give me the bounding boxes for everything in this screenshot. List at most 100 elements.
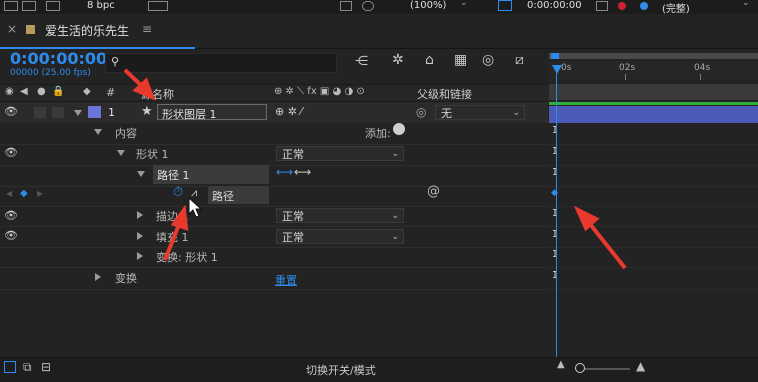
zoom-slider-thumb[interactable]: [575, 363, 585, 373]
path-label: 路径 1: [157, 169, 190, 182]
playhead-line[interactable]: [556, 73, 557, 357]
shape-visibility-eye-icon[interactable]: 👁: [4, 146, 18, 159]
reverse-path-icon[interactable]: ⟷: [294, 165, 311, 179]
fill-label[interactable]: 填充 1: [156, 229, 189, 245]
layer-row[interactable]: 👁 1 ★ 形状图层 1 ⊕ ✲ ⁄ ◎ 无 ⌄: [0, 102, 548, 123]
chevron-down-icon[interactable]: ⌄: [742, 0, 750, 8]
composition-tab[interactable]: 爱生活的乐先生: [45, 22, 129, 39]
layout-icon[interactable]: [22, 1, 36, 11]
column-header: ◉ ◀ ● 🔒 ◆ # 源名称 ⊕ ✲ ⟍ fx ▣ ◕ ◑ ⊙ 父级和链接: [0, 84, 548, 102]
add-menu-label[interactable]: 添加:: [365, 125, 391, 141]
switches-column-icons: ⊕ ✲ ⟍ fx ▣ ◕ ◑ ⊙: [274, 86, 365, 97]
stroke-blend-mode-value: 正常: [282, 210, 304, 223]
layer-expand-icon[interactable]: [74, 110, 82, 116]
stroke-label[interactable]: 描边 1: [156, 208, 189, 224]
time-ruler[interactable]: 0s 02s 04s: [549, 61, 758, 81]
stroke-blend-mode-dropdown[interactable]: 正常 ⌄: [276, 208, 404, 223]
shape-expand-icon[interactable]: [117, 150, 125, 156]
path-row-highlight[interactable]: 路径 1: [153, 165, 269, 184]
trash-icon[interactable]: [148, 1, 168, 11]
chevron-down-icon: ⌄: [512, 108, 520, 118]
shape-blend-mode-dropdown[interactable]: 正常 ⌄: [276, 146, 404, 161]
ruler-label-2s: 02s: [619, 63, 636, 73]
bpc-label[interactable]: 8 bpc: [87, 0, 115, 11]
timeline-status-bar: ⧉ ⊟ 切换开关/模式 ▲ ▲: [0, 357, 758, 382]
contents-expand-icon[interactable]: [94, 129, 102, 135]
row-divider: [0, 165, 548, 166]
frame-blending-icon[interactable]: ▦: [454, 52, 467, 68]
zoom-out-icon[interactable]: ▲: [557, 359, 565, 370]
source-name-column-header[interactable]: 源名称: [141, 86, 174, 102]
shape-group-label[interactable]: 形状 1: [136, 146, 169, 162]
solo-toggle[interactable]: [34, 107, 46, 118]
fill-visibility-eye-icon[interactable]: 👁: [4, 229, 18, 242]
grid-icon[interactable]: [4, 1, 18, 11]
next-keyframe-icon[interactable]: ▶: [37, 189, 43, 198]
shape-transform-expand-icon[interactable]: [137, 252, 143, 260]
motion-blur-icon[interactable]: ◎: [482, 52, 494, 68]
lock-toggle[interactable]: [52, 107, 64, 118]
row-divider: [549, 165, 758, 166]
work-area-start-handle[interactable]: [551, 53, 559, 59]
graph-editor-icon[interactable]: ⧄: [515, 52, 524, 68]
layer-duration-bar[interactable]: [549, 106, 758, 123]
transform-label[interactable]: 变换: [115, 270, 137, 286]
layer-search-input[interactable]: ⚲: [105, 53, 337, 73]
composition-color-icon: [26, 25, 35, 34]
path-expand-icon[interactable]: [137, 171, 145, 177]
solo-column-icon: ●: [37, 86, 46, 97]
ruler-tick: [700, 74, 701, 80]
add-menu-icon[interactable]: [393, 123, 405, 135]
in-out-pane-icon[interactable]: ⊟: [41, 360, 51, 374]
parent-column-header[interactable]: 父级和链接: [417, 86, 472, 102]
transfer-controls-icon[interactable]: ⧉: [23, 360, 32, 375]
reset-link[interactable]: 重置: [275, 272, 297, 288]
search-icon: ⚲: [111, 55, 120, 68]
shape-transform-label[interactable]: 变换: 形状 1: [156, 249, 218, 265]
stopwatch-icon[interactable]: ⏱: [173, 185, 183, 200]
toggle-switches-modes-button[interactable]: 切换开关/模式: [306, 362, 376, 378]
comp-mini-flowchart-icon[interactable]: ⋲: [355, 54, 368, 69]
region-icon[interactable]: [498, 0, 512, 11]
stroke-visibility-eye-icon[interactable]: 👁: [4, 209, 18, 222]
shape-layer-star-icon: ★: [141, 104, 153, 119]
layer-label-color[interactable]: [88, 106, 101, 118]
work-area-bar[interactable]: [549, 53, 758, 59]
stroke-expand-icon[interactable]: [137, 211, 143, 219]
viewer-timecode[interactable]: 0:00:00:00: [527, 0, 582, 11]
tab-menu-icon[interactable]: ≡: [142, 22, 152, 36]
current-time-display[interactable]: 0:00:00:00: [10, 49, 107, 68]
transform-expand-icon[interactable]: [95, 273, 101, 281]
snapshot-icon[interactable]: [340, 1, 352, 11]
fill-expand-icon[interactable]: [137, 232, 143, 240]
layer-switches[interactable]: ⊕ ✲ ⁄: [275, 105, 302, 118]
audio-column-icon: ◀: [20, 86, 28, 97]
camera-icon[interactable]: [596, 1, 608, 11]
close-tab-icon[interactable]: ×: [7, 22, 17, 36]
draft-3d-icon[interactable]: ✲: [392, 52, 404, 68]
fill-blend-mode-dropdown[interactable]: 正常 ⌄: [276, 229, 404, 244]
row-divider: [0, 226, 548, 227]
render-icon[interactable]: [46, 1, 60, 11]
frame-rate-display: 00000 (25.00 fps): [10, 68, 91, 78]
layer-switches-pane-icon[interactable]: [4, 361, 16, 373]
prev-keyframe-icon[interactable]: ◀: [6, 189, 12, 198]
ruler-label-0s: 0s: [561, 63, 572, 73]
timeline-tab-bar: × 爱生活的乐先生 ≡: [0, 14, 758, 49]
zoom-in-icon[interactable]: ▲: [636, 359, 645, 373]
visibility-eye-icon[interactable]: 👁: [4, 105, 18, 118]
color-icon[interactable]: [362, 1, 374, 11]
graph-icon[interactable]: ⩘: [191, 186, 197, 200]
add-keyframe-icon[interactable]: ◆: [20, 188, 28, 199]
expression-pickwhip-icon[interactable]: @: [427, 184, 440, 199]
view-dropdown[interactable]: (完整): [662, 0, 690, 15]
path-property-highlight[interactable]: 路径: [208, 186, 269, 204]
path-direction-icon[interactable]: ⟷: [276, 165, 293, 179]
chevron-down-icon[interactable]: ⌄: [460, 0, 468, 8]
pick-whip-icon[interactable]: ◎: [416, 105, 426, 119]
layer-name-field[interactable]: 形状图层 1: [157, 104, 267, 121]
playhead-handle[interactable]: [552, 65, 562, 74]
zoom-dropdown[interactable]: (100%): [410, 0, 446, 11]
parent-dropdown[interactable]: 无 ⌄: [435, 105, 525, 120]
shy-layers-icon[interactable]: ⌂: [425, 52, 434, 68]
